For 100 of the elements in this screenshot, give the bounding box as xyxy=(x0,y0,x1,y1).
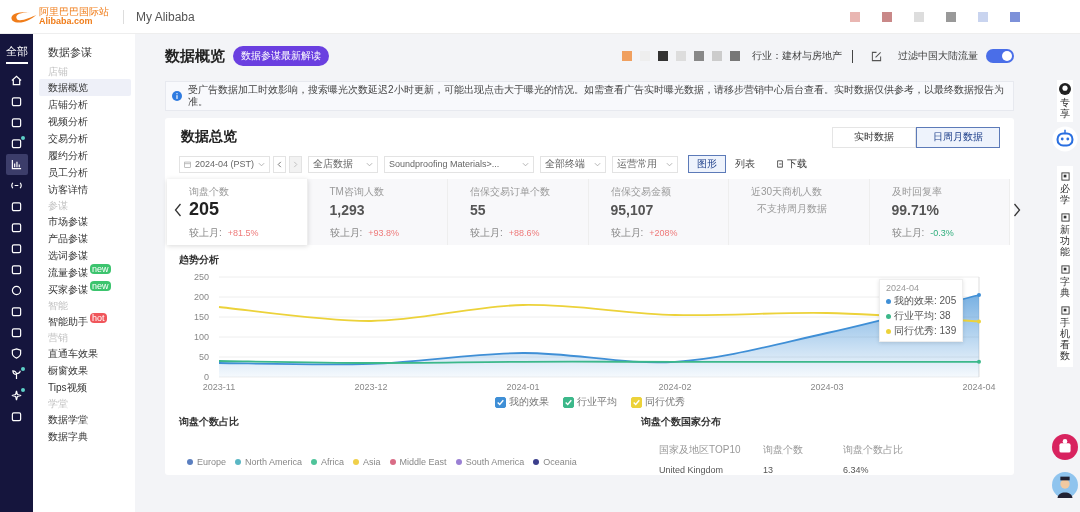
sidebar-item[interactable]: 直通车效果 xyxy=(39,345,100,362)
download-button[interactable]: 下载 xyxy=(770,156,814,172)
x-tick-label: 2023-12 xyxy=(354,382,388,392)
mode-tab[interactable]: 实时数据 xyxy=(832,126,916,148)
sidebar-item[interactable]: 视频分析 xyxy=(39,113,90,130)
sidebar-badge: hot xyxy=(90,313,107,323)
chevron-right-icon xyxy=(292,160,300,168)
mode-tab[interactable]: 日周月数据 xyxy=(916,126,1000,148)
app-name: My Alibaba xyxy=(136,9,195,24)
sidebar-item[interactable]: 智能助手 xyxy=(39,313,90,330)
assistant-avatar[interactable] xyxy=(1052,472,1078,498)
legend-label: North America xyxy=(245,457,303,467)
sidebar-item[interactable]: 数据字典 xyxy=(39,428,90,445)
sidebar-item[interactable]: 产品参谋 xyxy=(39,230,90,247)
chevron-down-icon xyxy=(258,160,266,168)
metric-card[interactable]: TM咨询人数 1,293 较上月: +93.8% xyxy=(307,179,448,245)
sidebar-item[interactable]: 履约分析 xyxy=(39,147,90,164)
x-tick-label: 2024-03 xyxy=(810,382,844,392)
table-cell-text: 13 xyxy=(763,465,774,475)
filter-toggle[interactable] xyxy=(986,49,1014,63)
sidebar-item[interactable]: 买家参谋 xyxy=(39,281,90,298)
metric-card[interactable]: 信保交易订单个数 55 较上月: +88.6% xyxy=(448,179,589,245)
metric-card[interactable]: 及时回复率 99.71% 较上月: -0.3% xyxy=(869,179,1010,245)
compare-label: 较上月: xyxy=(891,226,925,240)
sidebar-item[interactable]: 员工分析 xyxy=(39,164,90,181)
metric-label: 信保交易订单个数 xyxy=(470,185,551,199)
sidebar-item[interactable]: 数据学堂 xyxy=(39,411,90,428)
tooltip-title: 2024-04 xyxy=(886,283,921,293)
x-tick-label: 2023-11 xyxy=(202,382,236,392)
user-icon[interactable] xyxy=(1059,83,1071,95)
metric-delta: +93.8% xyxy=(368,228,400,238)
filter-dropdown[interactable]: 全店数据 xyxy=(308,155,379,173)
metric-label: 信保交易金额 xyxy=(610,185,672,199)
gift-button[interactable] xyxy=(1052,434,1078,460)
tool-icon[interactable] xyxy=(1060,265,1070,274)
data-point xyxy=(977,319,981,324)
date-picker[interactable]: 2024-04 (PST) xyxy=(179,155,271,173)
notice-text: 受广告数据加工时效影响，搜索曝光次数延迟2小时更新，可能出现点击大于曝光的情况。如需查看广告实时曝光数据，请移步营销中心后台查看。实时数据仅供参考，以最终数据报告为准。 xyxy=(188,84,1005,108)
robot-icon[interactable] xyxy=(1052,126,1078,152)
y-tick-label: 50 xyxy=(199,352,209,362)
legend-label: Middle East xyxy=(399,457,447,467)
table-cell-text: United Kingdom xyxy=(659,465,725,475)
filter-dropdown[interactable]: 运营常用 xyxy=(612,155,679,173)
metric-value: 205 xyxy=(189,199,221,220)
data-point xyxy=(977,359,981,364)
chevron-down-icon xyxy=(366,160,374,168)
metric-label: TM咨询人数 xyxy=(329,185,385,199)
sidebar-item[interactable]: 市场参谋 xyxy=(39,213,90,230)
metric-value: 1,293 xyxy=(329,202,366,218)
legend-checkbox[interactable] xyxy=(562,396,574,408)
chart-title: 趋势分析 xyxy=(179,253,220,267)
chevron-down-icon xyxy=(522,160,530,168)
x-tick-label: 2024-01 xyxy=(506,382,540,392)
y-tick-label: 100 xyxy=(193,332,209,342)
sidebar-item[interactable]: 选词参谋 xyxy=(39,247,90,264)
metric-delta: +88.6% xyxy=(508,228,540,238)
legend-label: 我的效果 xyxy=(508,395,549,409)
sidebar-item[interactable]: Tips视频 xyxy=(39,379,89,396)
x-tick-label: 2024-02 xyxy=(658,382,692,392)
section-title: 询盘个数国家分布 xyxy=(641,415,722,429)
tool-icon[interactable] xyxy=(1060,172,1070,181)
insight-button[interactable]: 数据参谋最新解读 xyxy=(233,46,329,66)
filter-dropdown[interactable]: Soundproofing Materials>... xyxy=(384,155,535,173)
toolbar-item[interactable]: 字典 xyxy=(1060,276,1070,298)
metric-label: 及时回复率 xyxy=(891,185,943,199)
metric-delta: -0.3% xyxy=(930,228,954,238)
metric-value: 99.71% xyxy=(891,202,940,218)
table-cell-text: 6.34% xyxy=(843,465,870,475)
sidebar-item[interactable]: 访客详情 xyxy=(39,181,90,198)
tool-icon[interactable] xyxy=(1060,213,1070,222)
data-point xyxy=(977,293,981,297)
sidebar-item[interactable]: 橱窗效果 xyxy=(39,362,90,379)
tooltip-value: 同行优秀: 139 xyxy=(894,324,957,338)
rail-icon[interactable] xyxy=(5,154,28,175)
toolbar-item[interactable]: 必学 xyxy=(1060,183,1070,205)
legend-checkbox[interactable] xyxy=(494,396,506,408)
toolbar-item[interactable]: 新功能 xyxy=(1060,224,1070,257)
y-tick-label: 150 xyxy=(193,312,209,322)
sidebar-item[interactable]: 流量参谋 xyxy=(39,264,90,281)
sidebar-item[interactable]: 店铺分析 xyxy=(39,96,90,113)
tooltip-value: 行业平均: 38 xyxy=(894,309,951,323)
compare-label: 较上月: xyxy=(470,226,503,240)
metric-label: 近30天商机人数 xyxy=(751,185,824,199)
x-tick-label: 2024-04 xyxy=(962,382,996,392)
column-header: 询盘个数 xyxy=(763,443,804,457)
metric-card[interactable]: 询盘个数 205 较上月: +81.5% xyxy=(167,179,308,245)
y-tick-label: 0 xyxy=(204,372,209,382)
legend-checkbox[interactable] xyxy=(630,396,642,408)
all-menu-tab[interactable]: 全部 xyxy=(5,44,28,64)
view-toggle[interactable]: 图形 xyxy=(688,155,727,173)
metric-value: 55 xyxy=(470,202,487,218)
section-title: 数据总览 xyxy=(181,128,237,146)
legend-label: Asia xyxy=(363,457,381,467)
sidebar-item[interactable]: 交易分析 xyxy=(39,130,90,147)
metric-card[interactable]: 信保交易金额 95,107 较上月: +208% xyxy=(588,179,729,245)
toolbar-item[interactable]: 手机看数 xyxy=(1060,317,1070,361)
edit-icon[interactable] xyxy=(871,50,882,62)
tool-icon[interactable] xyxy=(1060,306,1070,315)
legend-label: 行业平均 xyxy=(576,395,617,409)
filter-dropdown[interactable]: 全部终端 xyxy=(540,155,607,173)
